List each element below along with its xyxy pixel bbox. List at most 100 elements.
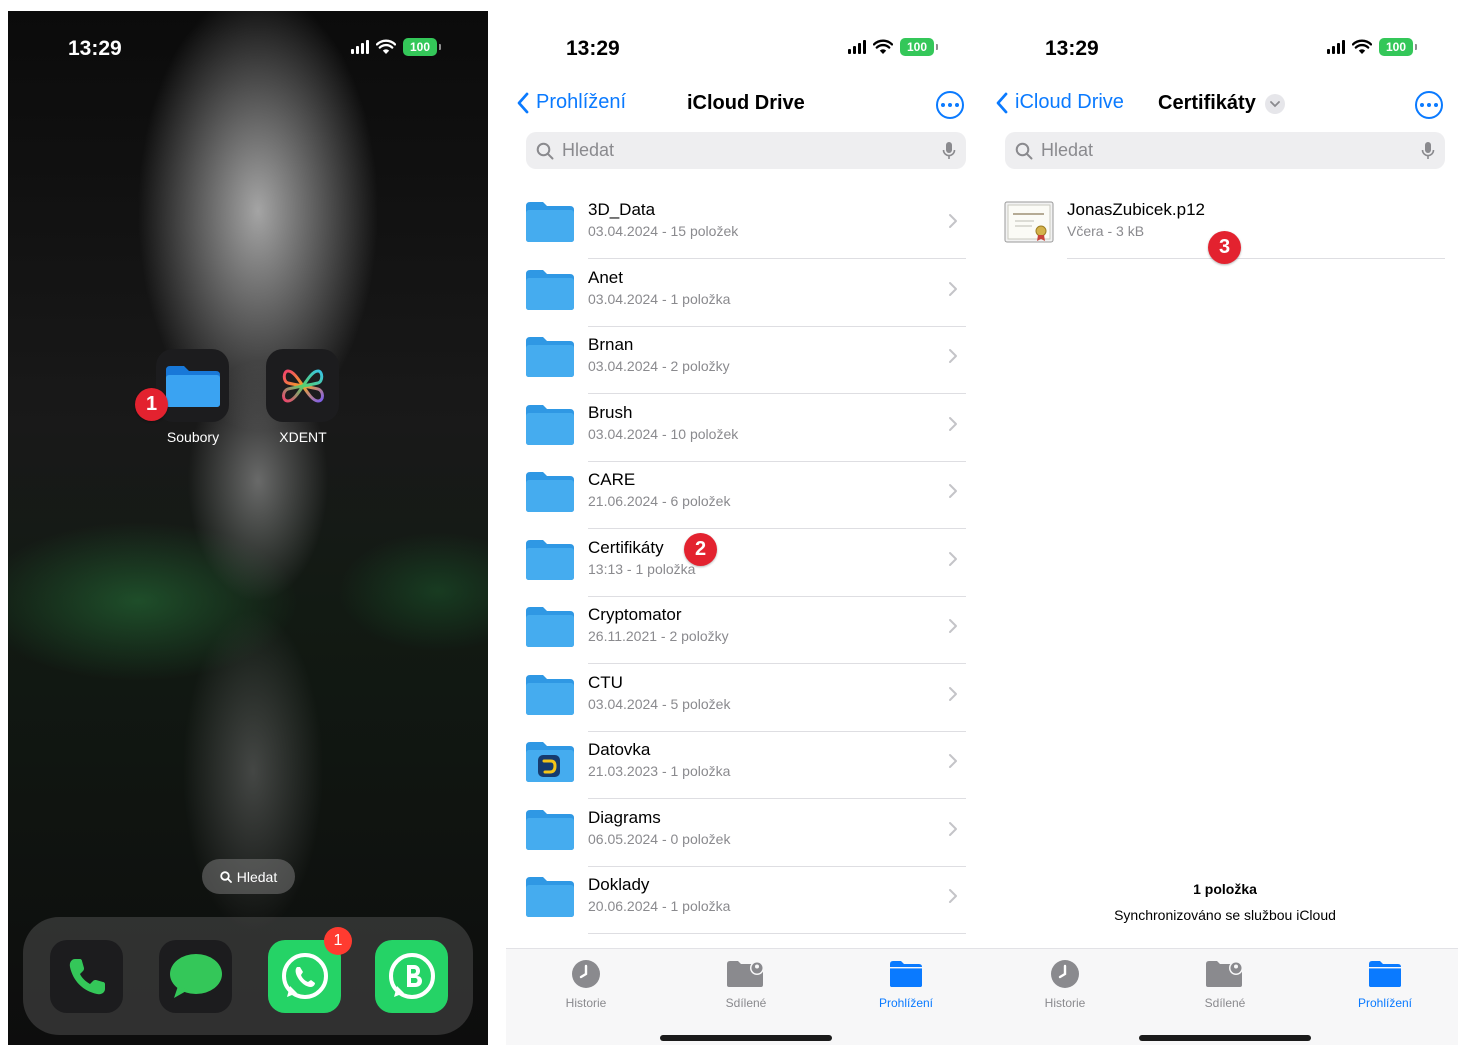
chevron-right-icon [948, 213, 958, 234]
status-icons: 100 [351, 38, 441, 56]
messages-icon[interactable] [159, 940, 232, 1013]
row-separator [588, 933, 966, 934]
home-screen: 13:29 100 Soubory 1 XDENT Hledat 1 [8, 11, 488, 1045]
folder-row[interactable]: CTU 03.04.2024 - 5 položek [506, 665, 986, 732]
shared-folder-icon [1206, 961, 1243, 987]
search-icon [1015, 142, 1033, 159]
chevron-right-icon [948, 551, 958, 572]
datovka-folder-icon [525, 741, 575, 783]
tab-sdilene[interactable]: Sdílené [696, 958, 796, 1010]
xdent-app-icon[interactable] [266, 349, 339, 422]
microphone-icon[interactable] [942, 141, 956, 161]
page-title-menu[interactable]: Certifikáty [1158, 92, 1286, 115]
status-time: 13:29 [1045, 37, 1099, 60]
certificate-file-icon [1004, 201, 1054, 243]
folder-row[interactable]: 3D_Data 03.04.2024 - 15 položek [506, 192, 986, 259]
chevron-right-icon [948, 888, 958, 909]
home-search-pill[interactable]: Hledat [202, 859, 295, 894]
app-xdent[interactable]: XDENT [266, 349, 340, 445]
wifi-icon [873, 39, 893, 54]
wifi-icon [1352, 39, 1372, 54]
folder-name: Brnan [588, 335, 634, 354]
tab-label: Prohlížení [1357, 996, 1413, 1010]
folder-row[interactable]: Doklady 20.06.2024 - 1 položka [506, 867, 986, 934]
folder-icon [1369, 961, 1401, 987]
folder-row[interactable]: Diagrams 06.05.2024 - 0 položek [506, 800, 986, 867]
tab-historie[interactable]: Historie [1015, 958, 1115, 1010]
search-field[interactable]: Hledat [526, 132, 966, 169]
tab-historie[interactable]: Historie [536, 958, 636, 1010]
home-search-label: Hledat [236, 868, 278, 885]
files-app-icon[interactable] [156, 349, 229, 422]
page-title: iCloud Drive [687, 92, 805, 114]
search-icon [536, 142, 554, 159]
folder-meta: 03.04.2024 - 2 položky [588, 358, 730, 374]
tab-label: Sdílené [1204, 996, 1246, 1010]
chevron-right-icon [948, 483, 958, 504]
folder-row[interactable]: Brnan 03.04.2024 - 2 položky [506, 327, 986, 394]
folder-meta: 20.06.2024 - 1 položka [588, 898, 731, 914]
folder-icon [525, 201, 575, 243]
sync-status: Synchronizováno se službou iCloud [1114, 907, 1336, 923]
folder-row[interactable]: Certifikáty 13:13 - 1 položka [506, 530, 986, 597]
folder-icon [525, 674, 575, 716]
folder-name: Cryptomator [588, 605, 682, 624]
whatsapp-business-icon[interactable] [375, 940, 448, 1013]
folder-meta: 03.04.2024 - 5 položek [588, 695, 731, 712]
tab-prohlizeni[interactable]: Prohlížení [1335, 958, 1435, 1010]
folder-name: Anet [588, 267, 623, 287]
folder-row[interactable]: Anet 03.04.2024 - 1 položka [506, 260, 986, 327]
chevron-right-icon [948, 753, 958, 774]
back-label: Prohlížení [536, 91, 627, 113]
tab-prohlizeni[interactable]: Prohlížení [856, 958, 956, 1010]
folder-icon [525, 606, 575, 648]
more-options-button[interactable] [1415, 91, 1443, 119]
status-time: 13:29 [68, 37, 122, 60]
chevron-right-icon [948, 686, 958, 707]
folder-icon [525, 876, 575, 918]
status-icons: 100 [848, 38, 938, 56]
back-label: iCloud Drive [1015, 91, 1124, 113]
folder-meta: 21.06.2024 - 6 položek [588, 493, 731, 509]
tab-label: Historie [565, 996, 607, 1010]
folder-icon [525, 336, 575, 378]
wifi-icon [376, 39, 396, 54]
folder-name: 3D_Data [588, 200, 656, 219]
page-title: Certifikáty [1158, 92, 1256, 114]
more-options-button[interactable] [936, 91, 964, 119]
shared-folder-icon [727, 961, 764, 987]
folder-icon [525, 404, 575, 446]
battery-indicator: 100 [403, 38, 441, 56]
folder-name: Brush [588, 402, 633, 422]
microphone-icon[interactable] [1421, 141, 1435, 161]
folder-icon [525, 471, 575, 513]
icloud-drive-screen: 13:29 100 Prohlížení iCloud Drive Hledat… [506, 11, 986, 1045]
app-label-xdent: XDENT [279, 429, 327, 445]
folder-row[interactable]: CARE 21.06.2024 - 6 položek [506, 462, 986, 529]
search-field[interactable]: Hledat [1005, 132, 1445, 169]
row-separator [1067, 258, 1445, 259]
status-time: 13:29 [566, 37, 620, 60]
folder-name: Certifikáty [588, 537, 664, 557]
battery-indicator: 100 [900, 38, 938, 56]
tab-bar: Historie Sdílené Prohlížení [985, 948, 1458, 1045]
cellular-signal-icon [848, 40, 866, 54]
folder-name: Diagrams [588, 807, 661, 827]
cellular-signal-icon [1327, 40, 1345, 54]
step-marker-2: 2 [684, 533, 717, 566]
tab-label: Prohlížení [878, 996, 934, 1010]
chevron-right-icon [948, 416, 958, 437]
folder-meta: 21.03.2023 - 1 položka [588, 763, 731, 779]
phone-icon[interactable] [50, 940, 123, 1013]
tab-sdilene[interactable]: Sdílené [1175, 958, 1275, 1010]
folder-row[interactable]: Datovka 21.03.2023 - 1 položka [506, 732, 986, 799]
folder-row[interactable]: Brush 03.04.2024 - 10 položek [506, 395, 986, 462]
folder-row[interactable]: Cryptomator 26.11.2021 - 2 položky [506, 597, 986, 664]
back-button[interactable]: iCloud Drive [995, 91, 1124, 114]
app-label-soubory: Soubory [166, 429, 220, 445]
back-button[interactable]: Prohlížení [516, 91, 626, 114]
search-placeholder: Hledat [562, 140, 615, 160]
app-soubory[interactable]: Soubory [156, 349, 230, 445]
folder-icon [525, 809, 575, 851]
dock: 1 [23, 917, 473, 1035]
